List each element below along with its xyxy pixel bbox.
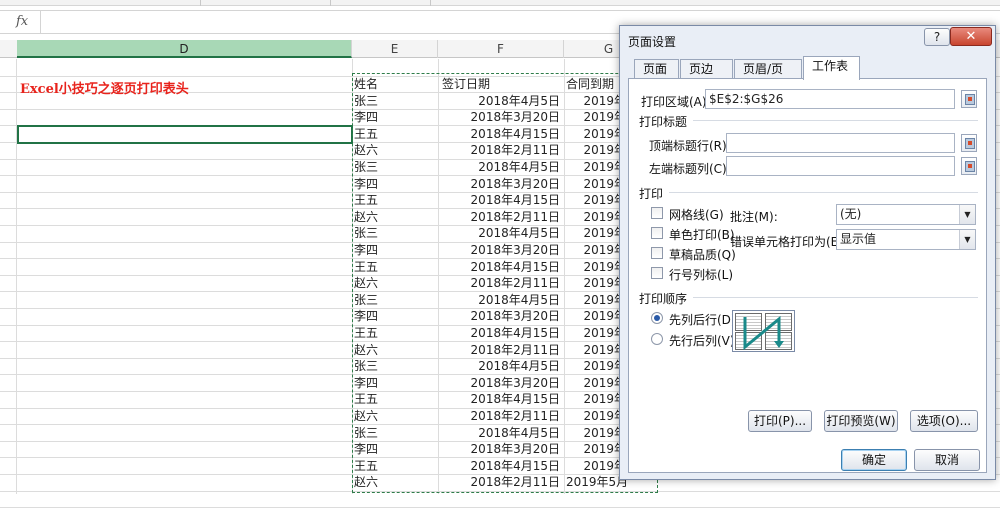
comments-select[interactable]: (无) ▼	[836, 204, 976, 225]
tab-header-footer[interactable]: 页眉/页脚	[734, 59, 802, 94]
over-then-down-radio[interactable]	[651, 333, 663, 345]
cols-repeat-label: 左端标题列(C):	[649, 162, 731, 176]
sheet-tab-panel: 打印区域(A): $E$2:$G$26 打印标题 顶端标题行(R): 左端标题列…	[628, 78, 987, 473]
selected-cell[interactable]	[17, 125, 353, 144]
order-arrow-icon	[743, 315, 784, 351]
print-section: 打印	[639, 187, 664, 201]
errors-label: 错误单元格打印为(E):	[730, 235, 847, 249]
print-button[interactable]: 打印(P)...	[748, 410, 812, 432]
gridlines-checkbox[interactable]	[651, 207, 663, 219]
rows-repeat-collapse-icon[interactable]	[961, 134, 977, 152]
print-area-label: 打印区域(A):	[641, 95, 711, 109]
print-preview-button[interactable]: 打印预览(W)	[824, 410, 898, 432]
mono-label[interactable]: 单色打印(B)	[669, 226, 735, 243]
print-order-preview-icon	[732, 310, 795, 352]
options-button[interactable]: 选项(O)...	[910, 410, 978, 432]
print-area-marquee	[352, 73, 658, 493]
function-icon[interactable]: fx	[16, 14, 28, 29]
comments-value: (无)	[840, 207, 862, 221]
errors-select[interactable]: 显示值 ▼	[836, 229, 976, 250]
cols-repeat-input[interactable]	[726, 156, 955, 176]
gridlines-label[interactable]: 网格线(G)	[669, 206, 724, 223]
rows-repeat-input[interactable]	[726, 133, 955, 153]
tab-page[interactable]: 页面	[634, 59, 679, 79]
page-setup-dialog: 页面设置 ? ✕ 页面 页边距 页眉/页脚 工作表 打印区域(A): $E$2:…	[619, 25, 996, 480]
dialog-title: 页面设置	[628, 35, 677, 49]
help-button[interactable]: ?	[924, 28, 950, 46]
draft-checkbox[interactable]	[651, 247, 663, 259]
ok-button[interactable]: 确定	[841, 449, 907, 471]
column-header-d[interactable]: D	[17, 40, 352, 58]
print-titles-section: 打印标题	[639, 115, 688, 129]
print-area-input[interactable]: $E$2:$G$26	[705, 89, 955, 109]
headings-label[interactable]: 行号列标(L)	[669, 266, 733, 283]
close-button[interactable]: ✕	[950, 27, 992, 46]
dialog-titlebar[interactable]: 页面设置 ? ✕	[620, 26, 995, 54]
down-then-over-radio[interactable]	[651, 312, 663, 324]
sheet-title: Excel小技巧之逐页打印表头	[20, 82, 189, 97]
print-order-section: 打印顺序	[639, 292, 688, 306]
down-then-over-label[interactable]: 先列后行(D)	[669, 311, 736, 328]
cols-repeat-collapse-icon[interactable]	[961, 157, 977, 175]
mono-checkbox[interactable]	[651, 227, 663, 239]
over-then-down-label[interactable]: 先行后列(V)	[669, 332, 735, 349]
chevron-down-icon[interactable]: ▼	[959, 230, 975, 249]
ribbon-strip	[0, 0, 1000, 6]
print-area-collapse-icon[interactable]	[961, 90, 977, 108]
tab-margins[interactable]: 页边距	[680, 59, 733, 94]
draft-label[interactable]: 草稿品质(Q)	[669, 246, 736, 263]
tab-sheet[interactable]: 工作表	[803, 56, 860, 80]
column-header-f[interactable]: F	[438, 40, 564, 58]
rows-repeat-label: 顶端标题行(R):	[649, 139, 731, 153]
comments-label: 批注(M):	[730, 210, 778, 224]
errors-value: 显示值	[840, 232, 877, 246]
cancel-button[interactable]: 取消	[914, 449, 980, 471]
chevron-down-icon[interactable]: ▼	[959, 205, 975, 224]
headings-checkbox[interactable]	[651, 267, 663, 279]
column-header-e[interactable]: E	[352, 40, 438, 58]
